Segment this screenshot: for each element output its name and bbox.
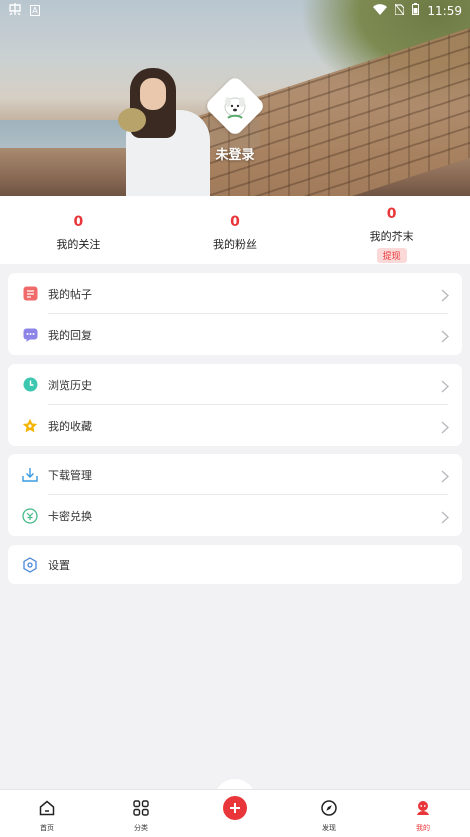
star-icon (22, 418, 38, 434)
nav-label: 分类 (134, 824, 148, 832)
settings-icon (22, 556, 38, 573)
nav-label: 首页 (40, 824, 54, 832)
nav-label: 我的 (416, 824, 430, 832)
create-post-button[interactable] (223, 796, 247, 820)
chevron-right-icon (441, 419, 450, 434)
menu-item-label: 卡密兑换 (48, 509, 92, 523)
menu-card-history: 浏览历史 我的收藏 (8, 364, 462, 446)
chevron-right-icon (441, 468, 450, 483)
menu-item-label: 我的回复 (48, 328, 92, 342)
no-sim-icon (394, 3, 406, 18)
chevron-right-icon (441, 287, 450, 302)
chevron-right-icon (441, 509, 450, 524)
withdraw-button[interactable]: 提现 (376, 248, 407, 263)
stat-value: 0 (230, 214, 240, 230)
redeem-icon (22, 507, 38, 524)
nav-discover[interactable]: 发现 (282, 790, 376, 837)
status-bar: A 11:59 (0, 0, 470, 20)
stat-label: 我的芥末 (369, 230, 414, 243)
menu-item-settings[interactable]: 设置 (8, 545, 462, 584)
compass-icon (321, 800, 337, 820)
stats-bar: 0 我的关注 0 我的粉丝 0 我的芥末 提现 (0, 196, 470, 264)
status-badge: A (30, 5, 40, 16)
menu-item-card-redeem[interactable]: 卡密兑换 (8, 495, 462, 536)
dog-avatar-icon (224, 97, 246, 119)
avatar[interactable] (214, 86, 256, 128)
home-icon (39, 800, 55, 820)
menu-item-browse-history[interactable]: 浏览历史 (8, 364, 462, 405)
stat-value: 0 (73, 214, 84, 230)
menu-card-settings: 设置 (8, 545, 462, 584)
menu-card-downloads: 下载管理 卡密兑换 (8, 454, 462, 536)
nav-label: 发现 (322, 824, 336, 832)
nav-category[interactable]: 分类 (94, 790, 188, 837)
download-icon (22, 467, 38, 483)
menu-item-my-favorites[interactable]: 我的收藏 (8, 405, 462, 446)
menu-item-label: 下载管理 (48, 468, 92, 482)
stat-mustard[interactable]: 0 我的芥末 提现 (313, 196, 470, 264)
stat-following[interactable]: 0 我的关注 (0, 196, 157, 264)
add-icon (230, 803, 240, 813)
menu-item-label: 我的收藏 (48, 419, 92, 433)
profile-icon (415, 800, 431, 820)
menu-item-my-posts[interactable]: 我的帖子 (8, 273, 462, 314)
history-icon (22, 377, 38, 393)
clock-time: 11:59 (427, 3, 462, 18)
wifi-icon (373, 3, 388, 18)
stat-label: 我的粉丝 (213, 238, 257, 251)
menu-card-posts: 我的帖子 我的回复 (8, 273, 462, 355)
stat-followers[interactable]: 0 我的粉丝 (157, 196, 314, 264)
stat-label: 我的关注 (56, 238, 101, 251)
menu-item-download-manager[interactable]: 下载管理 (8, 454, 462, 495)
menu-item-my-replies[interactable]: 我的回复 (8, 314, 462, 355)
category-icon (133, 800, 149, 820)
post-icon (22, 286, 38, 302)
reply-icon (22, 327, 38, 343)
chevron-right-icon (441, 328, 450, 343)
battery-icon (412, 3, 420, 18)
menu-item-label: 设置 (48, 558, 70, 572)
nav-home[interactable]: 首页 (0, 790, 94, 837)
app-notification-icon (8, 3, 22, 18)
nav-profile[interactable]: 我的 (376, 790, 470, 837)
menu-item-label: 我的帖子 (48, 287, 92, 301)
chevron-right-icon (441, 378, 450, 393)
menu-item-label: 浏览历史 (48, 378, 92, 392)
banner-photo-person (118, 62, 210, 196)
login-status-label[interactable]: 未登录 (0, 144, 470, 163)
stat-value: 0 (386, 206, 397, 222)
